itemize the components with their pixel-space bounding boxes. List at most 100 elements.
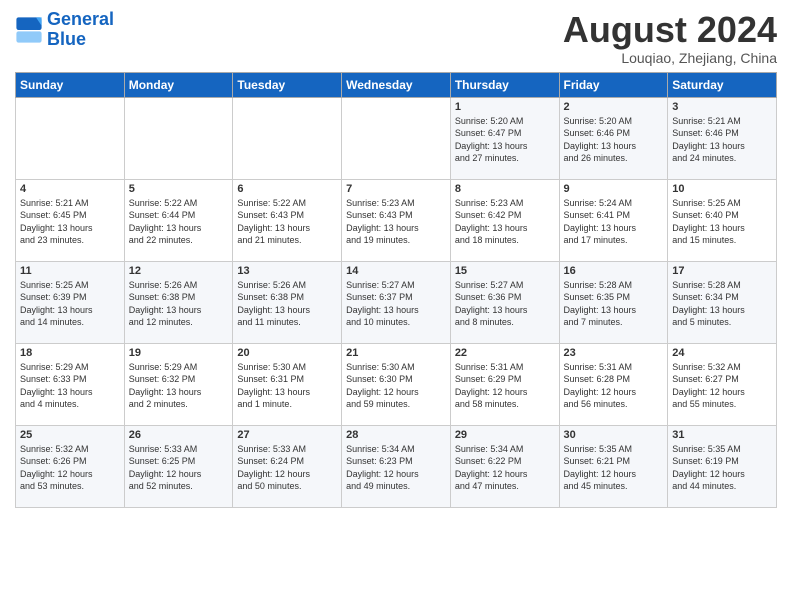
logo-text: General Blue	[47, 10, 114, 50]
day-info: Sunrise: 5:31 AM Sunset: 6:28 PM Dayligh…	[564, 361, 664, 411]
day-info: Sunrise: 5:20 AM Sunset: 6:47 PM Dayligh…	[455, 115, 555, 165]
logo-line1: General	[47, 9, 114, 29]
day-info: Sunrise: 5:29 AM Sunset: 6:33 PM Dayligh…	[20, 361, 120, 411]
day-number: 23	[564, 347, 664, 359]
day-number: 11	[20, 265, 120, 277]
day-info: Sunrise: 5:30 AM Sunset: 6:30 PM Dayligh…	[346, 361, 446, 411]
day-info: Sunrise: 5:33 AM Sunset: 6:24 PM Dayligh…	[237, 443, 337, 493]
day-number: 22	[455, 347, 555, 359]
day-info: Sunrise: 5:21 AM Sunset: 6:46 PM Dayligh…	[672, 115, 772, 165]
day-cell: 3 Sunrise: 5:21 AM Sunset: 6:46 PM Daylig…	[668, 97, 777, 179]
title-block: August 2024 Louqiao, Zhejiang, China	[563, 10, 777, 66]
main-container: General Blue August 2024 Louqiao, Zhejia…	[0, 0, 792, 518]
day-info: Sunrise: 5:22 AM Sunset: 6:44 PM Dayligh…	[129, 197, 229, 247]
day-cell: 12 Sunrise: 5:26 AM Sunset: 6:38 PM Dayli…	[124, 261, 233, 343]
day-info: Sunrise: 5:34 AM Sunset: 6:22 PM Dayligh…	[455, 443, 555, 493]
day-number: 7	[346, 183, 446, 195]
header-tuesday: Tuesday	[233, 72, 342, 97]
logo: General Blue	[15, 10, 114, 50]
day-cell: 22 Sunrise: 5:31 AM Sunset: 6:29 PM Dayli…	[450, 343, 559, 425]
day-number: 8	[455, 183, 555, 195]
day-info: Sunrise: 5:35 AM Sunset: 6:21 PM Dayligh…	[564, 443, 664, 493]
day-cell: 10Sunrise: 5:25 AM Sunset: 6:40 PM Dayli…	[668, 179, 777, 261]
day-number: 6	[237, 183, 337, 195]
day-number: 4	[20, 183, 120, 195]
day-cell: 1 Sunrise: 5:20 AM Sunset: 6:47 PM Daylig…	[450, 97, 559, 179]
day-number: 20	[237, 347, 337, 359]
day-number: 3	[672, 101, 772, 113]
day-info: Sunrise: 5:33 AM Sunset: 6:25 PM Dayligh…	[129, 443, 229, 493]
day-info: Sunrise: 5:32 AM Sunset: 6:27 PM Dayligh…	[672, 361, 772, 411]
day-cell	[342, 97, 451, 179]
week-row-3: 11 Sunrise: 5:25 AM Sunset: 6:39 PM Dayli…	[16, 261, 777, 343]
day-cell: 18Sunrise: 5:29 AM Sunset: 6:33 PM Dayli…	[16, 343, 125, 425]
day-number: 9	[564, 183, 664, 195]
day-number: 28	[346, 429, 446, 441]
day-info: Sunrise: 5:28 AM Sunset: 6:35 PM Dayligh…	[564, 279, 664, 329]
day-info: Sunrise: 5:22 AM Sunset: 6:43 PM Dayligh…	[237, 197, 337, 247]
day-cell: 20 Sunrise: 5:30 AM Sunset: 6:31 PM Dayli…	[233, 343, 342, 425]
location-subtitle: Louqiao, Zhejiang, China	[563, 50, 777, 66]
day-cell: 29 Sunrise: 5:34 AM Sunset: 6:22 PM Dayli…	[450, 425, 559, 507]
header: General Blue August 2024 Louqiao, Zhejia…	[15, 10, 777, 66]
header-saturday: Saturday	[668, 72, 777, 97]
day-number: 12	[129, 265, 229, 277]
day-info: Sunrise: 5:28 AM Sunset: 6:34 PM Dayligh…	[672, 279, 772, 329]
header-friday: Friday	[559, 72, 668, 97]
week-row-4: 18Sunrise: 5:29 AM Sunset: 6:33 PM Dayli…	[16, 343, 777, 425]
week-row-5: 25Sunrise: 5:32 AM Sunset: 6:26 PM Dayli…	[16, 425, 777, 507]
day-number: 16	[564, 265, 664, 277]
day-cell: 6 Sunrise: 5:22 AM Sunset: 6:43 PM Daylig…	[233, 179, 342, 261]
day-cell: 7 Sunrise: 5:23 AM Sunset: 6:43 PM Daylig…	[342, 179, 451, 261]
header-wednesday: Wednesday	[342, 72, 451, 97]
calendar-table: SundayMondayTuesdayWednesdayThursdayFrid…	[15, 72, 777, 508]
day-number: 13	[237, 265, 337, 277]
day-info: Sunrise: 5:27 AM Sunset: 6:36 PM Dayligh…	[455, 279, 555, 329]
day-info: Sunrise: 5:20 AM Sunset: 6:46 PM Dayligh…	[564, 115, 664, 165]
day-cell: 16 Sunrise: 5:28 AM Sunset: 6:35 PM Dayli…	[559, 261, 668, 343]
logo-icon	[15, 16, 43, 44]
header-thursday: Thursday	[450, 72, 559, 97]
day-cell: 5 Sunrise: 5:22 AM Sunset: 6:44 PM Daylig…	[124, 179, 233, 261]
header-monday: Monday	[124, 72, 233, 97]
day-cell: 19 Sunrise: 5:29 AM Sunset: 6:32 PM Dayli…	[124, 343, 233, 425]
day-cell: 31 Sunrise: 5:35 AM Sunset: 6:19 PM Dayli…	[668, 425, 777, 507]
day-info: Sunrise: 5:35 AM Sunset: 6:19 PM Dayligh…	[672, 443, 772, 493]
day-info: Sunrise: 5:26 AM Sunset: 6:38 PM Dayligh…	[129, 279, 229, 329]
day-number: 21	[346, 347, 446, 359]
day-cell: 11 Sunrise: 5:25 AM Sunset: 6:39 PM Dayli…	[16, 261, 125, 343]
day-number: 19	[129, 347, 229, 359]
day-number: 31	[672, 429, 772, 441]
day-number: 29	[455, 429, 555, 441]
day-number: 10	[672, 183, 772, 195]
day-cell: 24 Sunrise: 5:32 AM Sunset: 6:27 PM Dayli…	[668, 343, 777, 425]
day-number: 27	[237, 429, 337, 441]
day-info: Sunrise: 5:23 AM Sunset: 6:43 PM Dayligh…	[346, 197, 446, 247]
day-info: Sunrise: 5:31 AM Sunset: 6:29 PM Dayligh…	[455, 361, 555, 411]
header-row: SundayMondayTuesdayWednesdayThursdayFrid…	[16, 72, 777, 97]
day-info: Sunrise: 5:30 AM Sunset: 6:31 PM Dayligh…	[237, 361, 337, 411]
day-number: 2	[564, 101, 664, 113]
day-cell: 15Sunrise: 5:27 AM Sunset: 6:36 PM Dayli…	[450, 261, 559, 343]
day-number: 5	[129, 183, 229, 195]
day-info: Sunrise: 5:24 AM Sunset: 6:41 PM Dayligh…	[564, 197, 664, 247]
day-cell	[16, 97, 125, 179]
day-info: Sunrise: 5:29 AM Sunset: 6:32 PM Dayligh…	[129, 361, 229, 411]
day-cell: 28 Sunrise: 5:34 AM Sunset: 6:23 PM Dayli…	[342, 425, 451, 507]
day-cell	[233, 97, 342, 179]
week-row-2: 4 Sunrise: 5:21 AM Sunset: 6:45 PM Daylig…	[16, 179, 777, 261]
day-cell: 13Sunrise: 5:26 AM Sunset: 6:38 PM Dayli…	[233, 261, 342, 343]
day-info: Sunrise: 5:21 AM Sunset: 6:45 PM Dayligh…	[20, 197, 120, 247]
day-cell: 27 Sunrise: 5:33 AM Sunset: 6:24 PM Dayli…	[233, 425, 342, 507]
day-number: 1	[455, 101, 555, 113]
day-info: Sunrise: 5:32 AM Sunset: 6:26 PM Dayligh…	[20, 443, 120, 493]
day-info: Sunrise: 5:34 AM Sunset: 6:23 PM Dayligh…	[346, 443, 446, 493]
day-info: Sunrise: 5:25 AM Sunset: 6:39 PM Dayligh…	[20, 279, 120, 329]
day-number: 24	[672, 347, 772, 359]
day-cell: 21 Sunrise: 5:30 AM Sunset: 6:30 PM Dayli…	[342, 343, 451, 425]
week-row-1: 1 Sunrise: 5:20 AM Sunset: 6:47 PM Daylig…	[16, 97, 777, 179]
day-cell: 2 Sunrise: 5:20 AM Sunset: 6:46 PM Daylig…	[559, 97, 668, 179]
day-number: 26	[129, 429, 229, 441]
day-number: 30	[564, 429, 664, 441]
day-cell: 26 Sunrise: 5:33 AM Sunset: 6:25 PM Dayli…	[124, 425, 233, 507]
